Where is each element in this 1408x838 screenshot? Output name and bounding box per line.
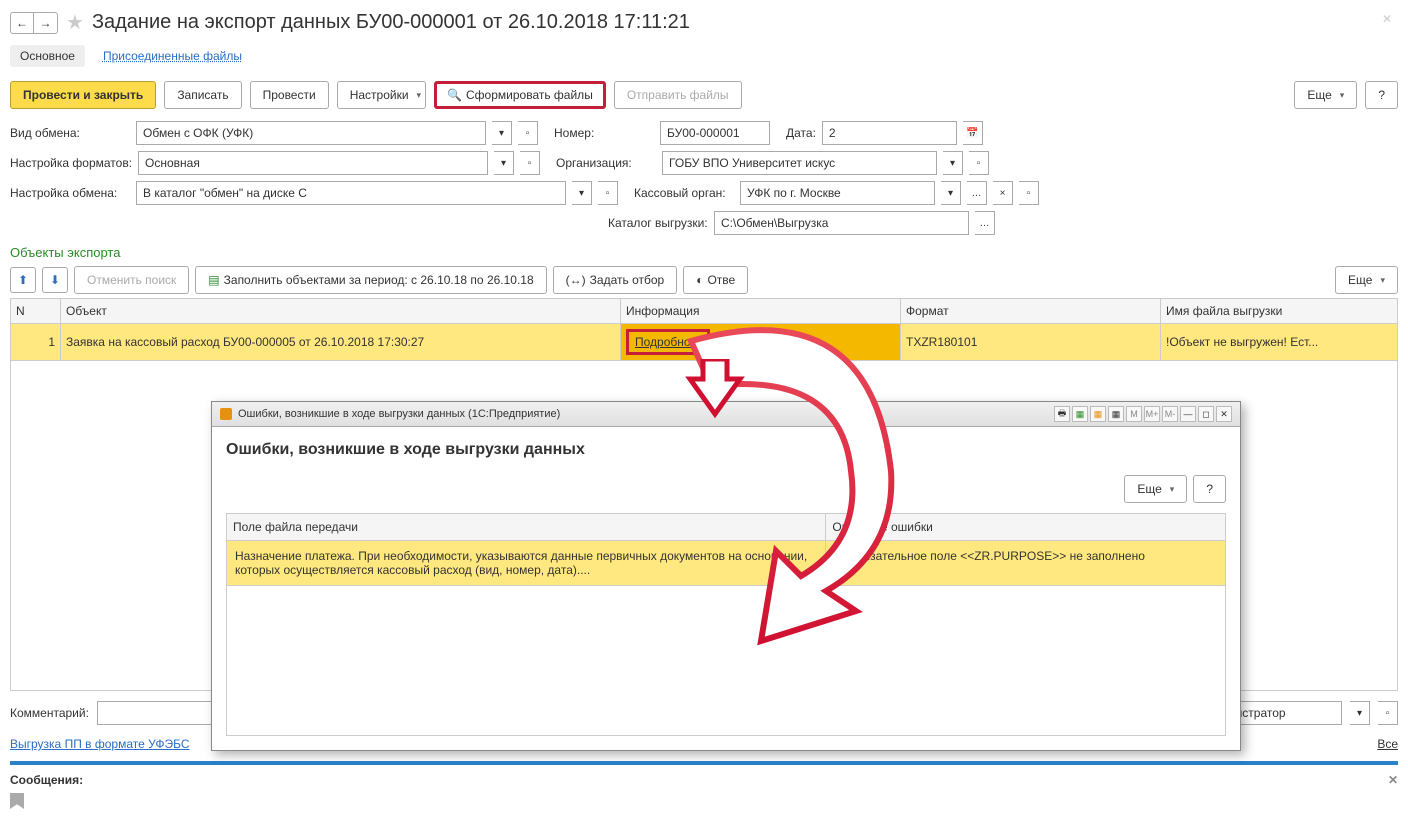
dialog-heading: Ошибки, возникшие в ходе выгрузки данных: [226, 441, 1226, 459]
nav-forward-button[interactable]: →: [34, 12, 58, 34]
calendar-icon[interactable]: ▦: [1072, 406, 1088, 422]
table-row[interactable]: 1 Заявка на кассовый расход БУ00-000005 …: [11, 324, 1398, 361]
nav-back-button[interactable]: ←: [10, 12, 34, 34]
move-up-button[interactable]: ⬆: [10, 267, 36, 293]
col-object[interactable]: Объект: [61, 299, 621, 324]
dropdown-icon[interactable]: ▾: [572, 181, 592, 205]
magnifier-icon: 🔍: [447, 88, 462, 102]
tab-main[interactable]: Основное: [10, 45, 85, 67]
number-label: Номер:: [554, 126, 654, 140]
close-icon[interactable]: ✕: [1216, 406, 1232, 422]
app-icon: [220, 408, 232, 420]
tab-attached-files[interactable]: Присоединенные файлы: [103, 45, 242, 67]
dialog-title: Ошибки, возникшие в ходе выгрузки данных…: [238, 408, 560, 420]
switch-icon: ◐: [696, 273, 703, 287]
table-row[interactable]: Назначение платежа. При необходимости, у…: [227, 541, 1226, 586]
open-icon[interactable]: ▫: [1019, 181, 1039, 205]
col-format[interactable]: Формат: [901, 299, 1161, 324]
set-filter-button[interactable]: (↔) Задать отбор: [553, 266, 678, 294]
close-icon[interactable]: ✕: [1382, 12, 1392, 26]
cancel-search-button[interactable]: Отменить поиск: [74, 266, 189, 294]
filter-icon: (↔): [566, 273, 586, 287]
help-button[interactable]: ?: [1365, 81, 1398, 109]
m-button[interactable]: M: [1126, 406, 1142, 422]
col-desc[interactable]: Описание ошибки: [826, 514, 1226, 541]
format-setting-label: Настройка форматов:: [10, 156, 132, 170]
cash-org-label: Кассовый орган:: [634, 186, 734, 200]
exchange-type-field[interactable]: Обмен с ОФК (УФК): [136, 121, 486, 145]
format-setting-field[interactable]: Основная: [138, 151, 488, 175]
open-icon[interactable]: ▫: [518, 121, 538, 145]
clear-icon[interactable]: ×: [993, 181, 1013, 205]
write-button[interactable]: Записать: [164, 81, 241, 109]
settings-button[interactable]: Настройки: [337, 81, 426, 109]
comment-label: Комментарий:: [10, 706, 89, 720]
maximize-icon[interactable]: ◻: [1198, 406, 1214, 422]
dropdown-icon[interactable]: ▾: [943, 151, 963, 175]
link-ufebs[interactable]: Выгрузка ПП в формате УФЭБС: [10, 737, 190, 751]
bookmark-icon[interactable]: [10, 793, 24, 809]
dropdown-icon[interactable]: ▾: [492, 121, 512, 145]
calc-icon[interactable]: ▦: [1090, 406, 1106, 422]
dialog-more-button[interactable]: Еще: [1124, 475, 1187, 503]
favorite-star-icon[interactable]: ★: [66, 10, 84, 35]
number-field[interactable]: БУ00-000001: [660, 121, 770, 145]
date-label: Дата:: [786, 126, 816, 140]
dropdown-icon[interactable]: ▾: [1350, 701, 1370, 725]
open-icon[interactable]: ▫: [520, 151, 540, 175]
post-and-close-button[interactable]: Провести и закрыть: [10, 81, 156, 109]
col-n[interactable]: N: [11, 299, 61, 324]
page-title: Задание на экспорт данных БУ00-000001 от…: [92, 11, 690, 34]
dropdown-icon[interactable]: ▾: [494, 151, 514, 175]
exchange-setting-field[interactable]: В каталог "обмен" на диске С: [136, 181, 566, 205]
list-icon: ▤: [208, 273, 219, 287]
exchange-setting-label: Настройка обмена:: [10, 186, 130, 200]
dialog-help-button[interactable]: ?: [1193, 475, 1226, 503]
ellipsis-icon[interactable]: …: [967, 181, 987, 205]
cash-org-field[interactable]: УФК по г. Москве: [740, 181, 935, 205]
date-field[interactable]: 2: [822, 121, 957, 145]
errors-dialog: Ошибки, возникшие в ходе выгрузки данных…: [211, 401, 1241, 751]
messages-title: Сообщения:: [10, 773, 83, 787]
fill-period-button[interactable]: ▤ Заполнить объектами за период: с 26.10…: [195, 266, 546, 294]
messages-close-icon[interactable]: ✕: [1388, 773, 1398, 787]
ellipsis-icon[interactable]: …: [975, 211, 995, 235]
calendar2-icon[interactable]: ▦: [1108, 406, 1124, 422]
link-all[interactable]: Все: [1377, 737, 1398, 751]
errors-table: Поле файла передачи Описание ошибки Назн…: [226, 513, 1226, 586]
generate-files-button[interactable]: 🔍 Сформировать файлы: [434, 81, 606, 109]
calendar-icon[interactable]: 📅: [963, 121, 983, 145]
export-dir-label: Каталог выгрузки:: [608, 216, 708, 230]
col-info[interactable]: Информация: [621, 299, 901, 324]
open-icon[interactable]: ▫: [1378, 701, 1398, 725]
print-icon[interactable]: 🖶: [1054, 406, 1070, 422]
dropdown-icon[interactable]: ▾: [941, 181, 961, 205]
org-field[interactable]: ГОБУ ВПО Университет искус: [662, 151, 937, 175]
export-objects-table: N Объект Информация Формат Имя файла выг…: [10, 298, 1398, 361]
export-objects-title: Объекты экспорта: [10, 245, 1398, 260]
m-plus-button[interactable]: M+: [1144, 406, 1160, 422]
move-down-button[interactable]: ⬇: [42, 267, 68, 293]
more-button[interactable]: Еще: [1335, 266, 1398, 294]
responsible-toggle-button[interactable]: ◐ Отве: [683, 266, 748, 294]
details-link[interactable]: Подробно...: [626, 329, 710, 355]
open-icon[interactable]: ▫: [969, 151, 989, 175]
col-filename[interactable]: Имя файла выгрузки: [1161, 299, 1398, 324]
export-dir-field[interactable]: C:\Обмен\Выгрузка: [714, 211, 969, 235]
send-files-button[interactable]: Отправить файлы: [614, 81, 742, 109]
open-icon[interactable]: ▫: [598, 181, 618, 205]
post-button[interactable]: Провести: [250, 81, 329, 109]
org-label: Организация:: [556, 156, 656, 170]
col-field[interactable]: Поле файла передачи: [227, 514, 826, 541]
minimize-icon[interactable]: —: [1180, 406, 1196, 422]
more-button[interactable]: Еще: [1294, 81, 1357, 109]
exchange-type-label: Вид обмена:: [10, 126, 130, 140]
m-minus-button[interactable]: M-: [1162, 406, 1178, 422]
